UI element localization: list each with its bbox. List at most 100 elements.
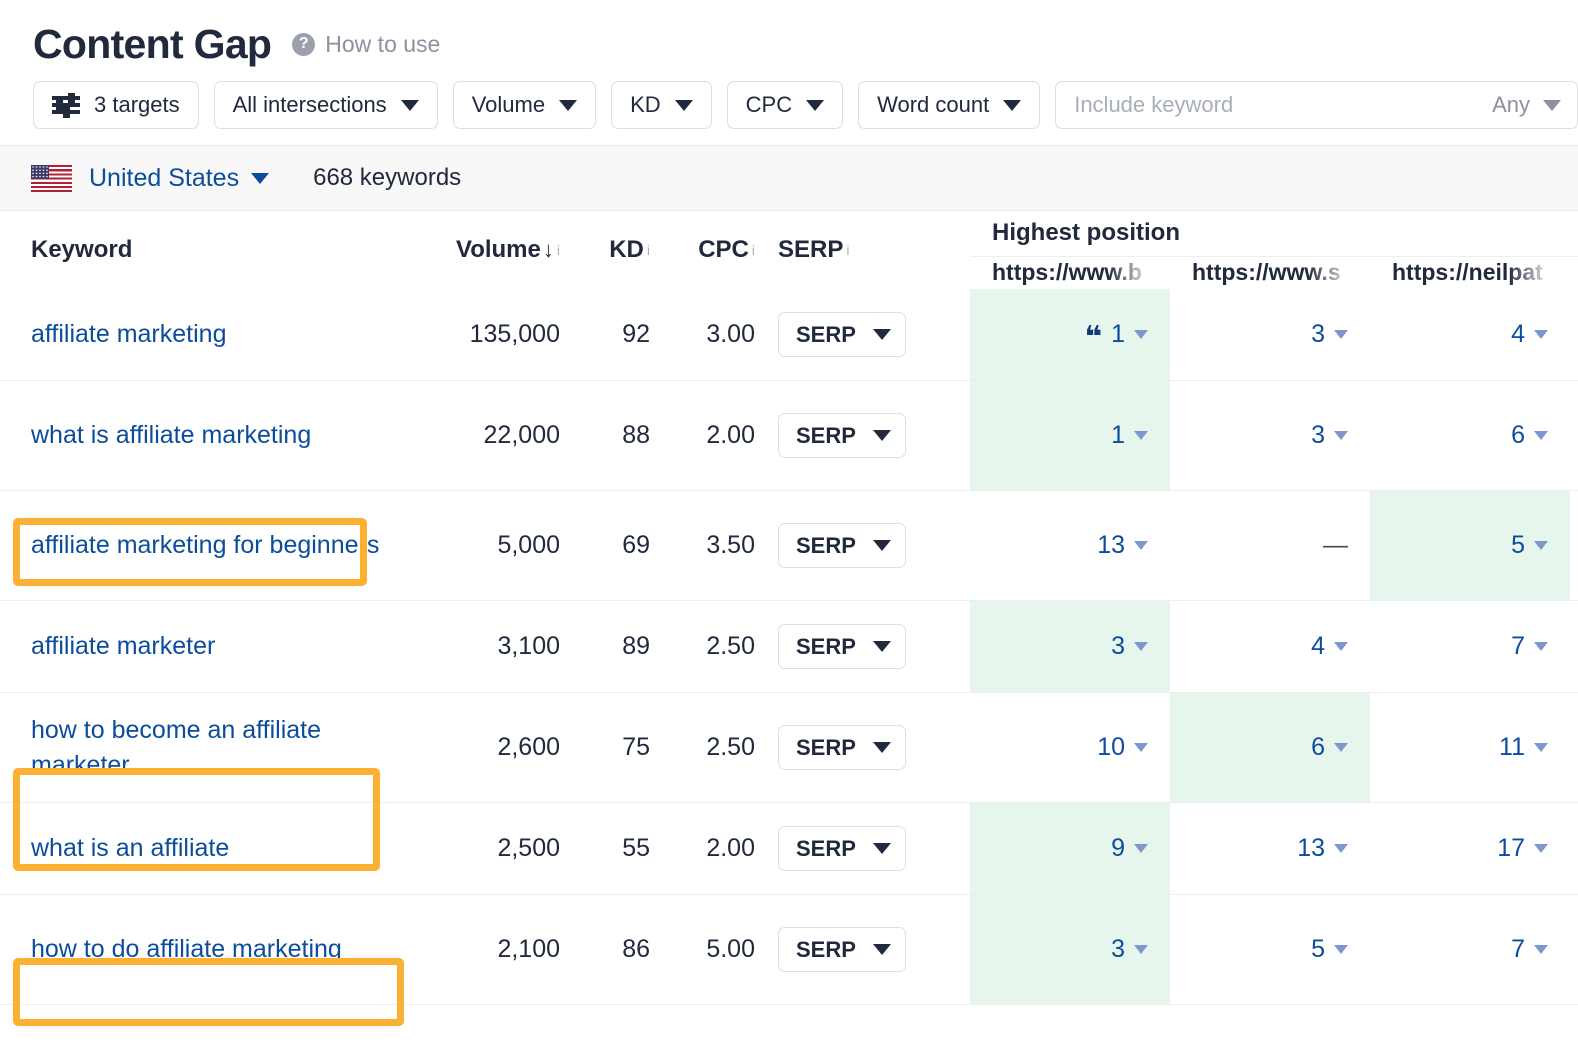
table-row: how to become an affiliate marketer2,600…	[0, 693, 1578, 803]
position-value[interactable]: 17	[1497, 834, 1548, 863]
serp-button[interactable]: SERP	[778, 413, 906, 458]
include-keyword-input[interactable]	[1072, 91, 1478, 119]
position-value[interactable]: 3	[1111, 632, 1148, 661]
country-selector-label[interactable]: United States	[89, 164, 239, 193]
position-cell: 3	[970, 895, 1170, 1004]
kd-cell: 55	[560, 803, 650, 894]
word-count-filter-dropdown[interactable]: Word count	[858, 81, 1040, 129]
position-value[interactable]: 9	[1111, 834, 1148, 863]
column-header-keyword[interactable]: Keyword	[0, 211, 405, 289]
position-value[interactable]: 7	[1511, 632, 1548, 661]
keyword-link[interactable]: affiliate marketing	[31, 317, 226, 352]
target-url-header[interactable]: https://www.b	[970, 257, 1170, 289]
table-header-row: Keyword Volume ↓ i KD i CPC i SERP i Hi	[0, 211, 1578, 289]
position-value[interactable]: 3	[1311, 421, 1348, 450]
keyword-link[interactable]: how to become an affiliate marketer	[31, 713, 405, 782]
serp-button[interactable]: SERP	[778, 523, 906, 568]
keyword-link[interactable]: what is affiliate marketing	[31, 418, 311, 453]
position-value[interactable]: 6	[1311, 733, 1348, 762]
position-value[interactable]: 11	[1499, 733, 1548, 762]
include-keyword-container: Any	[1055, 81, 1578, 129]
column-header-cpc[interactable]: CPC i	[650, 211, 755, 289]
serp-cell: SERP	[755, 895, 970, 1004]
keyword-link[interactable]: what is an affiliate	[31, 831, 229, 866]
table-body: affiliate marketing135,000923.00SERP❝134…	[0, 289, 1578, 1005]
position-cell: 13	[970, 491, 1170, 600]
keyword-cell: how to become an affiliate marketer	[0, 693, 405, 802]
include-keyword-match-label: Any	[1492, 92, 1530, 118]
position-cell: 11	[1370, 693, 1570, 802]
position-value[interactable]: 13	[1297, 834, 1348, 863]
position-value[interactable]: 1	[1111, 421, 1148, 450]
keyword-link[interactable]: how to do affiliate marketing	[31, 932, 342, 967]
cpc-cell-value: 2.00	[706, 421, 755, 450]
position-number: 3	[1311, 421, 1325, 450]
chevron-down-icon	[873, 329, 891, 340]
content-gap-page: Content Gap ? How to use 3 targets All i…	[0, 0, 1578, 1050]
targets-button[interactable]: 3 targets	[33, 81, 199, 129]
kd-cell: 86	[560, 895, 650, 1004]
serp-button[interactable]: SERP	[778, 312, 906, 357]
target-url-header[interactable]: https://neilpat	[1370, 257, 1570, 289]
position-cell: 10	[970, 693, 1170, 802]
table-row: affiliate marketer3,100892.50SERP347	[0, 601, 1578, 693]
intersections-dropdown[interactable]: All intersections	[214, 81, 438, 129]
cpc-filter-dropdown[interactable]: CPC	[727, 81, 843, 129]
chevron-down-icon	[1334, 945, 1348, 954]
column-header-kd[interactable]: KD i	[560, 211, 650, 289]
position-value[interactable]: 4	[1511, 320, 1548, 349]
target-url-header[interactable]: https://www.s	[1170, 257, 1370, 289]
position-value[interactable]: 13	[1097, 531, 1148, 560]
kd-filter-dropdown[interactable]: KD	[611, 81, 712, 129]
keyword-link[interactable]: affiliate marketer	[31, 629, 215, 664]
position-value[interactable]: 10	[1097, 733, 1148, 762]
how-to-use-link[interactable]: ? How to use	[292, 31, 440, 58]
country-bar: United States 668 keywords	[0, 145, 1578, 211]
us-flag-icon	[31, 165, 72, 192]
volume-cell-value: 2,500	[497, 834, 560, 863]
include-keyword-match-dropdown[interactable]: Any	[1478, 92, 1561, 118]
cpc-cell: 2.50	[650, 693, 755, 802]
serp-cell: SERP	[755, 693, 970, 802]
position-value[interactable]: 3	[1311, 320, 1348, 349]
position-value[interactable]: 5	[1311, 935, 1348, 964]
position-number: 7	[1511, 935, 1525, 964]
position-value[interactable]: 4	[1311, 632, 1348, 661]
column-header-volume[interactable]: Volume ↓ i	[405, 211, 560, 289]
chevron-down-icon[interactable]	[251, 173, 269, 184]
serp-button[interactable]: SERP	[778, 927, 906, 972]
position-value[interactable]: 5	[1511, 531, 1548, 560]
page-title: Content Gap	[33, 24, 271, 65]
chevron-down-icon	[1134, 541, 1148, 550]
position-number: 11	[1499, 733, 1525, 762]
position-number: 9	[1111, 834, 1125, 863]
keyword-link[interactable]: affiliate marketing for beginners	[31, 528, 379, 563]
table-row: affiliate marketing135,000923.00SERP❝134	[0, 289, 1578, 381]
chevron-down-icon	[873, 843, 891, 854]
serp-button[interactable]: SERP	[778, 826, 906, 871]
position-value[interactable]: ❝1	[1084, 320, 1148, 349]
volume-filter-dropdown[interactable]: Volume	[453, 81, 596, 129]
position-value[interactable]: 3	[1111, 935, 1148, 964]
kd-cell-value: 75	[622, 733, 650, 762]
serp-button[interactable]: SERP	[778, 624, 906, 669]
targets-label: 3 targets	[94, 92, 180, 118]
cpc-cell-value: 3.00	[706, 320, 755, 349]
volume-cell: 2,600	[405, 693, 560, 802]
position-cell: —	[1170, 491, 1370, 600]
chevron-down-icon	[1534, 743, 1548, 752]
question-circle-icon: ?	[292, 33, 315, 56]
position-value[interactable]: 7	[1511, 935, 1548, 964]
position-cell: 6	[1370, 381, 1570, 490]
volume-cell-value: 5,000	[497, 531, 560, 560]
kd-cell: 92	[560, 289, 650, 380]
info-icon[interactable]: i	[846, 243, 849, 257]
position-number: 1	[1111, 421, 1125, 450]
position-value[interactable]: 6	[1511, 421, 1548, 450]
column-header-highest-position: Highest position	[970, 219, 1180, 247]
kd-cell-value: 86	[622, 935, 650, 964]
volume-cell: 22,000	[405, 381, 560, 490]
cpc-cell-value: 2.50	[706, 632, 755, 661]
serp-button[interactable]: SERP	[778, 725, 906, 770]
position-cell: 3	[1170, 289, 1370, 380]
